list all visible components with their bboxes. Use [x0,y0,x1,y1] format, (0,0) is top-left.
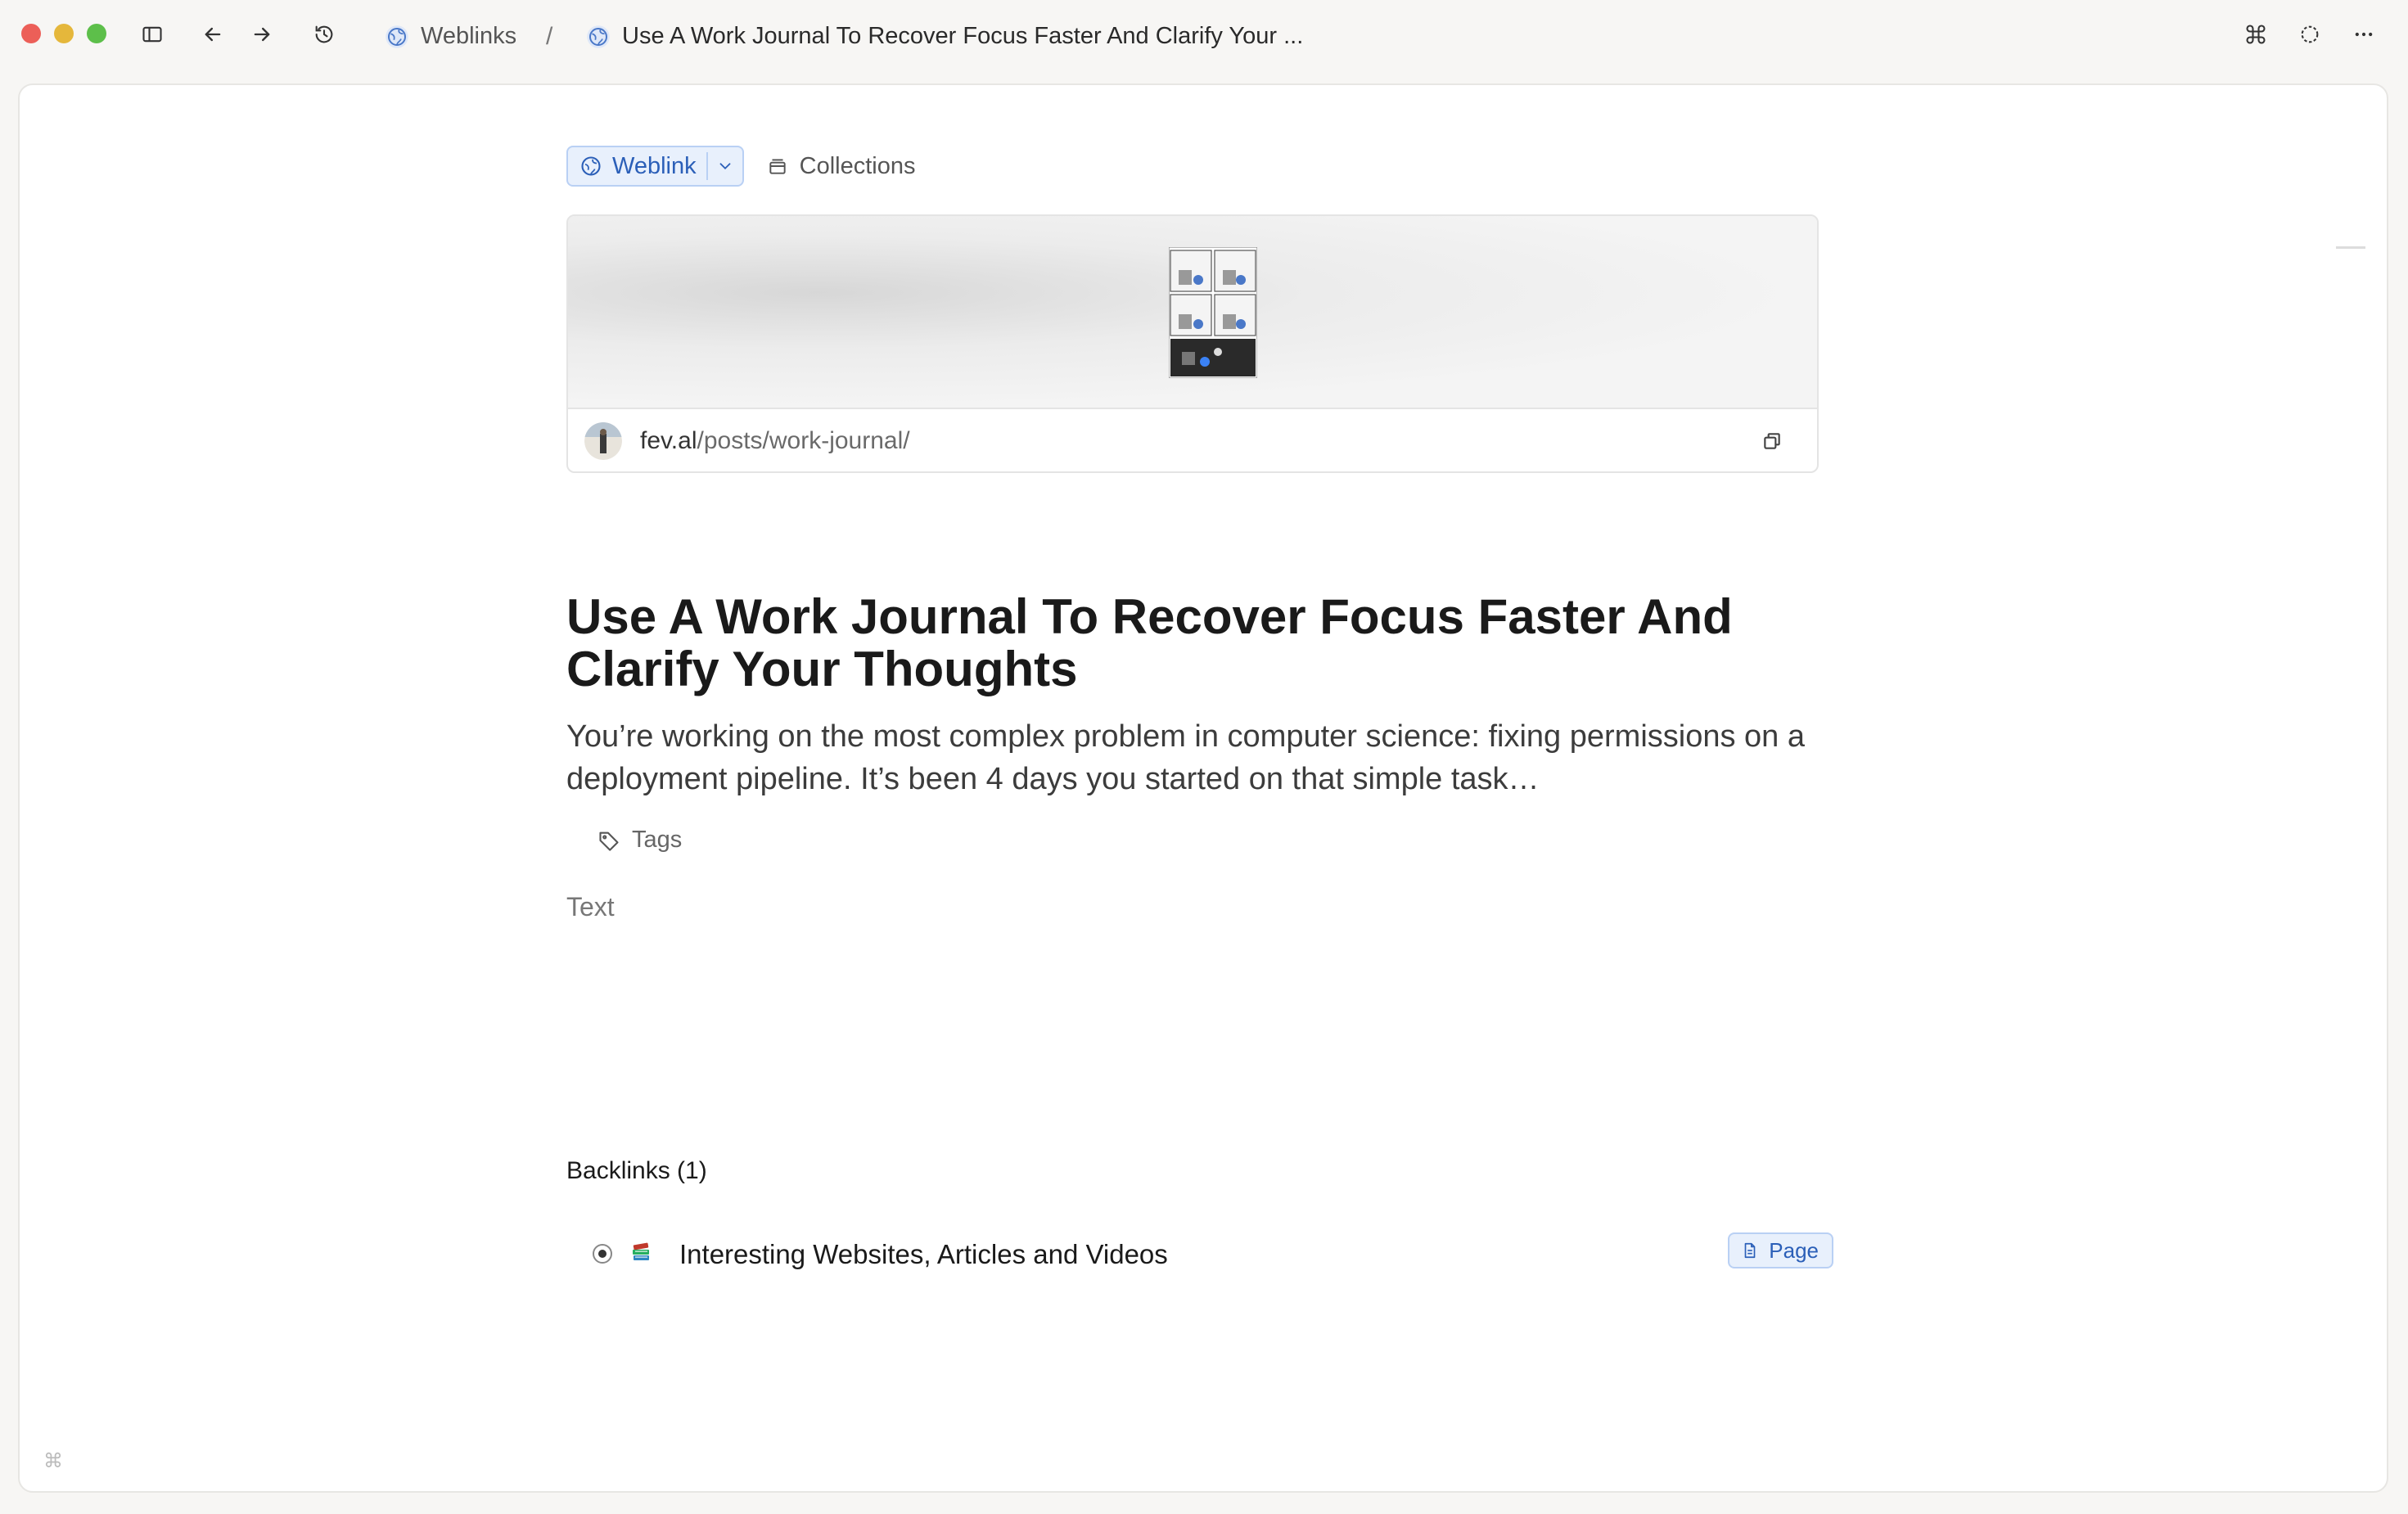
page-badge-label: Page [1769,1237,1819,1263]
object-type-label: Weblink [612,152,697,179]
chevron-down-icon[interactable] [706,152,742,180]
maximize-window-button[interactable] [87,24,106,43]
breadcrumb-parent-label: Weblinks [421,23,517,49]
site-favicon [584,422,622,460]
minimize-window-button[interactable] [54,24,74,43]
outline-indicator[interactable] [2336,246,2365,249]
object-type-selector[interactable]: Weblink [566,146,744,187]
text-body-placeholder[interactable]: Text [566,892,615,922]
page-type-badge[interactable]: Page [1728,1232,1833,1268]
link-url-row[interactable]: fev.al/posts/work-journal/ [568,409,1817,471]
back-arrow-icon[interactable] [200,21,226,47]
more-options-icon[interactable] [2351,21,2377,47]
backlink-bullet-icon [593,1244,612,1264]
breadcrumb-parent[interactable]: Weblinks [385,23,516,50]
command-shortcut-icon[interactable] [2243,21,2269,47]
tags-label: Tags [632,827,683,853]
comic-thumbnail-image [1169,247,1257,378]
link-preview-image[interactable] [568,216,1817,409]
backlinks-heading: Backlinks (1) [566,1157,707,1184]
title-bar: Weblinks / Use A Work Journal To Recover… [0,0,2408,83]
breadcrumb-current-label: Use A Work Journal To Recover Focus Fast… [622,23,1304,49]
forward-arrow-icon[interactable] [249,21,275,47]
collection-icon [769,159,786,174]
globe-icon [386,25,408,48]
tag-icon [599,831,619,851]
close-window-button[interactable] [21,24,41,43]
object-type-label-wrap[interactable]: Weblink [568,153,706,180]
globe-icon [587,25,610,48]
backlink-label: Interesting Websites, Articles and Video… [679,1239,1168,1269]
page-icon [1744,1242,1756,1259]
link-url[interactable]: fev.al/posts/work-journal/ [640,427,910,455]
collections-button[interactable]: Collections [767,152,916,180]
globe-icon [581,156,601,176]
link-domain: fev.al [640,427,697,454]
tags-button[interactable]: Tags [597,827,682,854]
command-key-icon[interactable]: ⌘ [38,1445,69,1476]
link-preview-card[interactable]: fev.al/posts/work-journal/ [566,214,1819,473]
object-header-row: Weblink Collections [566,146,915,187]
page-description[interactable]: You’re working on the most complex probl… [566,715,1843,800]
page-title[interactable]: Use A Work Journal To Recover Focus Fast… [566,591,1843,696]
backlink-item[interactable]: Interesting Websites, Articles and Video… [566,1229,1833,1278]
books-icon [633,1242,649,1260]
sync-status-icon[interactable] [2297,21,2323,47]
link-path: /posts/work-journal/ [697,427,910,454]
breadcrumb-current[interactable]: Use A Work Journal To Recover Focus Fast… [586,23,1303,50]
copy-link-icon[interactable] [1761,430,1783,452]
breadcrumb-separator: / [546,23,553,50]
history-icon[interactable] [311,21,337,47]
collections-label: Collections [799,152,916,179]
sidebar-toggle-icon[interactable] [139,21,165,47]
